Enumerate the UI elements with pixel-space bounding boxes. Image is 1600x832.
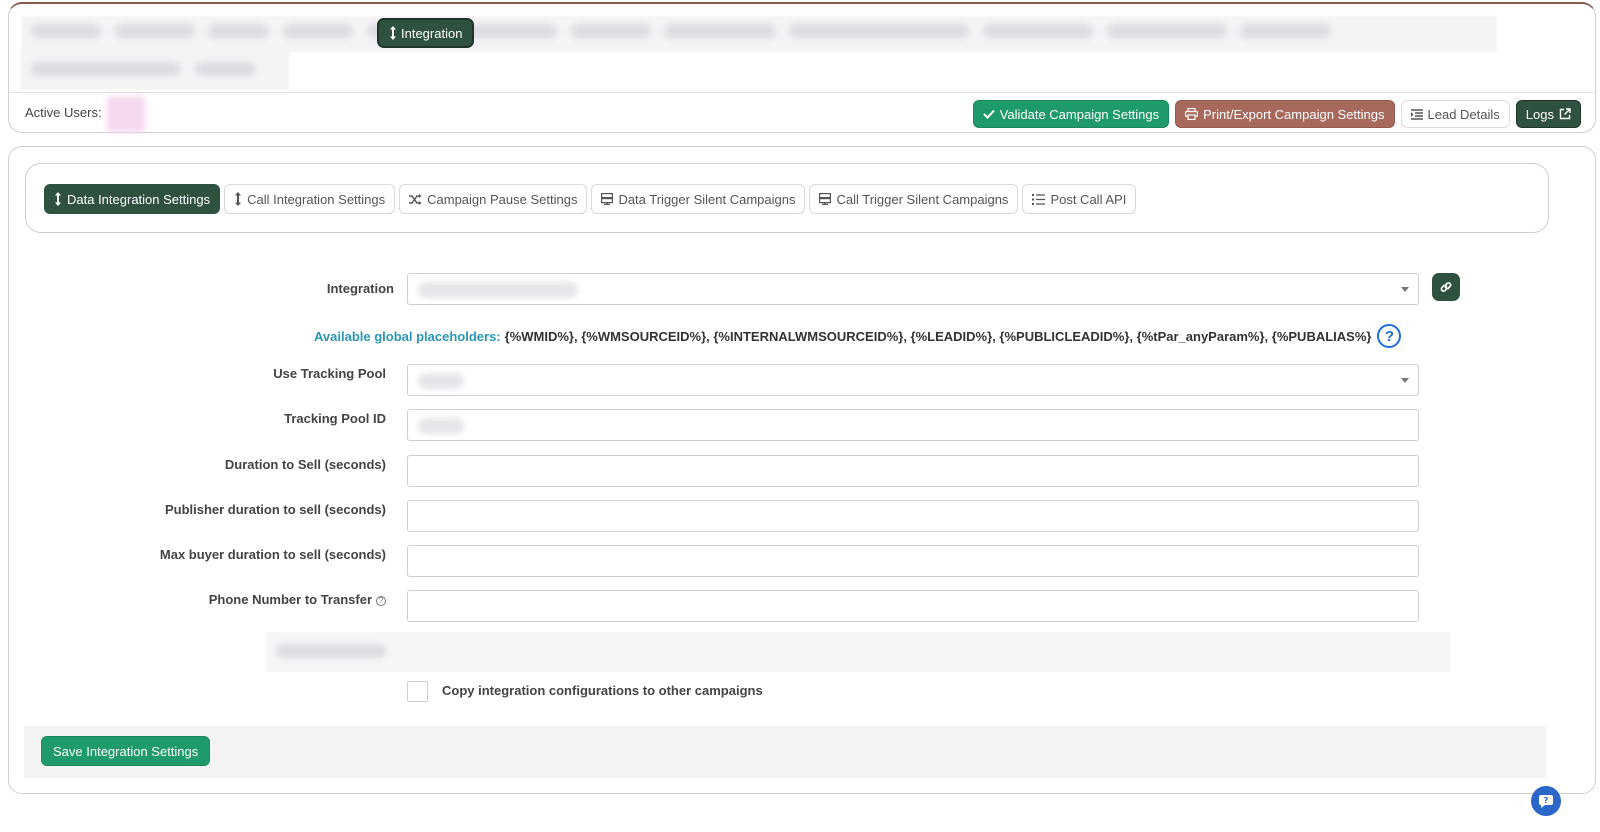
tab-call-integration-settings[interactable]: Call Integration Settings xyxy=(224,184,396,214)
placeholders-label: Available global placeholders: xyxy=(314,328,501,344)
copy-config-label: Copy integration configurations to other… xyxy=(442,683,763,698)
header-divider xyxy=(9,92,1595,93)
phone-number-label: Phone Number to Transfer xyxy=(208,592,372,607)
save-integration-button[interactable]: Save Integration Settings xyxy=(41,736,211,766)
tab-data-integration-settings[interactable]: Data Integration Settings xyxy=(44,184,221,214)
tab-label: Call Trigger Silent Campaigns xyxy=(836,191,1009,207)
tab-post-call-api[interactable]: Post Call API xyxy=(1022,184,1137,214)
server-icon xyxy=(819,193,832,205)
tab-call-trigger-silent-campaigns[interactable]: Call Trigger Silent Campaigns xyxy=(809,184,1019,214)
tab-label: Call Integration Settings xyxy=(247,191,386,207)
chevron-down-icon xyxy=(1401,378,1409,383)
settings-tabs-container: Data Integration Settings Call Integrati… xyxy=(25,163,1549,233)
integration-select[interactable] xyxy=(407,273,1419,305)
active-users-label: Active Users: xyxy=(25,105,102,120)
print-export-label: Print/Export Campaign Settings xyxy=(1203,106,1385,122)
integration-select-value xyxy=(418,282,578,298)
validate-campaign-button[interactable]: Validate Campaign Settings xyxy=(972,100,1170,128)
integration-nav-tab[interactable]: Integration xyxy=(377,18,475,48)
tab-campaign-pause-settings[interactable]: Campaign Pause Settings xyxy=(399,184,588,214)
tracking-pool-id-field[interactable] xyxy=(407,409,1419,441)
tab-label: Data Trigger Silent Campaigns xyxy=(618,191,796,207)
active-users-avatars xyxy=(107,96,145,132)
logs-button[interactable]: Logs xyxy=(1515,100,1581,128)
arrows-vertical-icon xyxy=(235,192,242,206)
redacted-nav-row xyxy=(21,16,1497,52)
logs-label: Logs xyxy=(1525,106,1554,122)
chat-icon: ? xyxy=(1539,795,1553,808)
phone-number-field[interactable] xyxy=(407,590,1419,622)
copy-config-checkbox[interactable] xyxy=(407,681,428,702)
use-tracking-pool-label: Use Tracking Pool xyxy=(273,366,386,381)
print-export-button[interactable]: Print/Export Campaign Settings xyxy=(1175,100,1395,128)
lead-details-button[interactable]: Lead Details xyxy=(1400,100,1510,128)
redacted-row xyxy=(266,632,1450,672)
tracking-pool-id-label: Tracking Pool ID xyxy=(284,411,386,426)
use-tracking-pool-value xyxy=(418,373,464,389)
campaign-header-card: Integration Active Users: Validate Campa… xyxy=(8,2,1596,133)
tab-label: Post Call API xyxy=(1050,191,1127,207)
placeholders-values: {%WMID%}, {%WMSOURCEID%}, {%INTERNALWMSO… xyxy=(504,328,1372,344)
tab-label: Campaign Pause Settings xyxy=(427,191,578,207)
tab-label: Data Integration Settings xyxy=(67,191,211,207)
check-icon xyxy=(982,109,995,119)
server-icon xyxy=(601,193,614,205)
shuffle-icon xyxy=(409,193,422,205)
integration-nav-tab-label: Integration xyxy=(401,25,463,41)
redacted-nav-row-2 xyxy=(21,50,289,90)
validate-campaign-label: Validate Campaign Settings xyxy=(999,106,1160,122)
printer-icon xyxy=(1185,108,1199,120)
arrows-vertical-icon xyxy=(390,26,396,40)
integration-link-button[interactable] xyxy=(1432,273,1460,301)
max-buyer-duration-field[interactable] xyxy=(407,545,1419,577)
tracking-pool-id-value xyxy=(418,418,464,434)
arrows-vertical-icon xyxy=(55,192,61,206)
duration-to-sell-label: Duration to Sell (seconds) xyxy=(224,457,386,472)
external-link-icon xyxy=(1559,108,1571,120)
lead-details-label: Lead Details xyxy=(1427,106,1500,122)
phone-number-label-wrap: Phone Number to Transfer? xyxy=(160,592,386,607)
link-icon xyxy=(1440,282,1452,292)
campaign-actions: Validate Campaign Settings Print/Export … xyxy=(972,100,1581,128)
form-footer xyxy=(24,726,1546,778)
list-indent-icon xyxy=(1410,108,1423,120)
chat-support-icon[interactable]: ? xyxy=(1531,786,1561,816)
question-circle-icon[interactable]: ? xyxy=(1377,324,1402,348)
chevron-down-icon xyxy=(1401,287,1409,292)
global-placeholders: Available global placeholders: {%WMID%},… xyxy=(314,324,1402,348)
question-circle-icon[interactable]: ? xyxy=(376,595,386,606)
max-buyer-duration-label: Max buyer duration to sell (seconds) xyxy=(159,547,386,562)
duration-to-sell-field[interactable] xyxy=(407,455,1419,487)
svg-text:?: ? xyxy=(1544,796,1549,805)
use-tracking-pool-select[interactable] xyxy=(407,364,1419,396)
publisher-duration-field[interactable] xyxy=(407,500,1419,532)
integration-label: Integration xyxy=(326,281,394,296)
tab-data-trigger-silent-campaigns[interactable]: Data Trigger Silent Campaigns xyxy=(591,184,806,214)
settings-tabs: Data Integration Settings Call Integrati… xyxy=(44,184,1137,214)
publisher-duration-label: Publisher duration to sell (seconds) xyxy=(164,502,386,517)
list-icon xyxy=(1032,193,1046,205)
